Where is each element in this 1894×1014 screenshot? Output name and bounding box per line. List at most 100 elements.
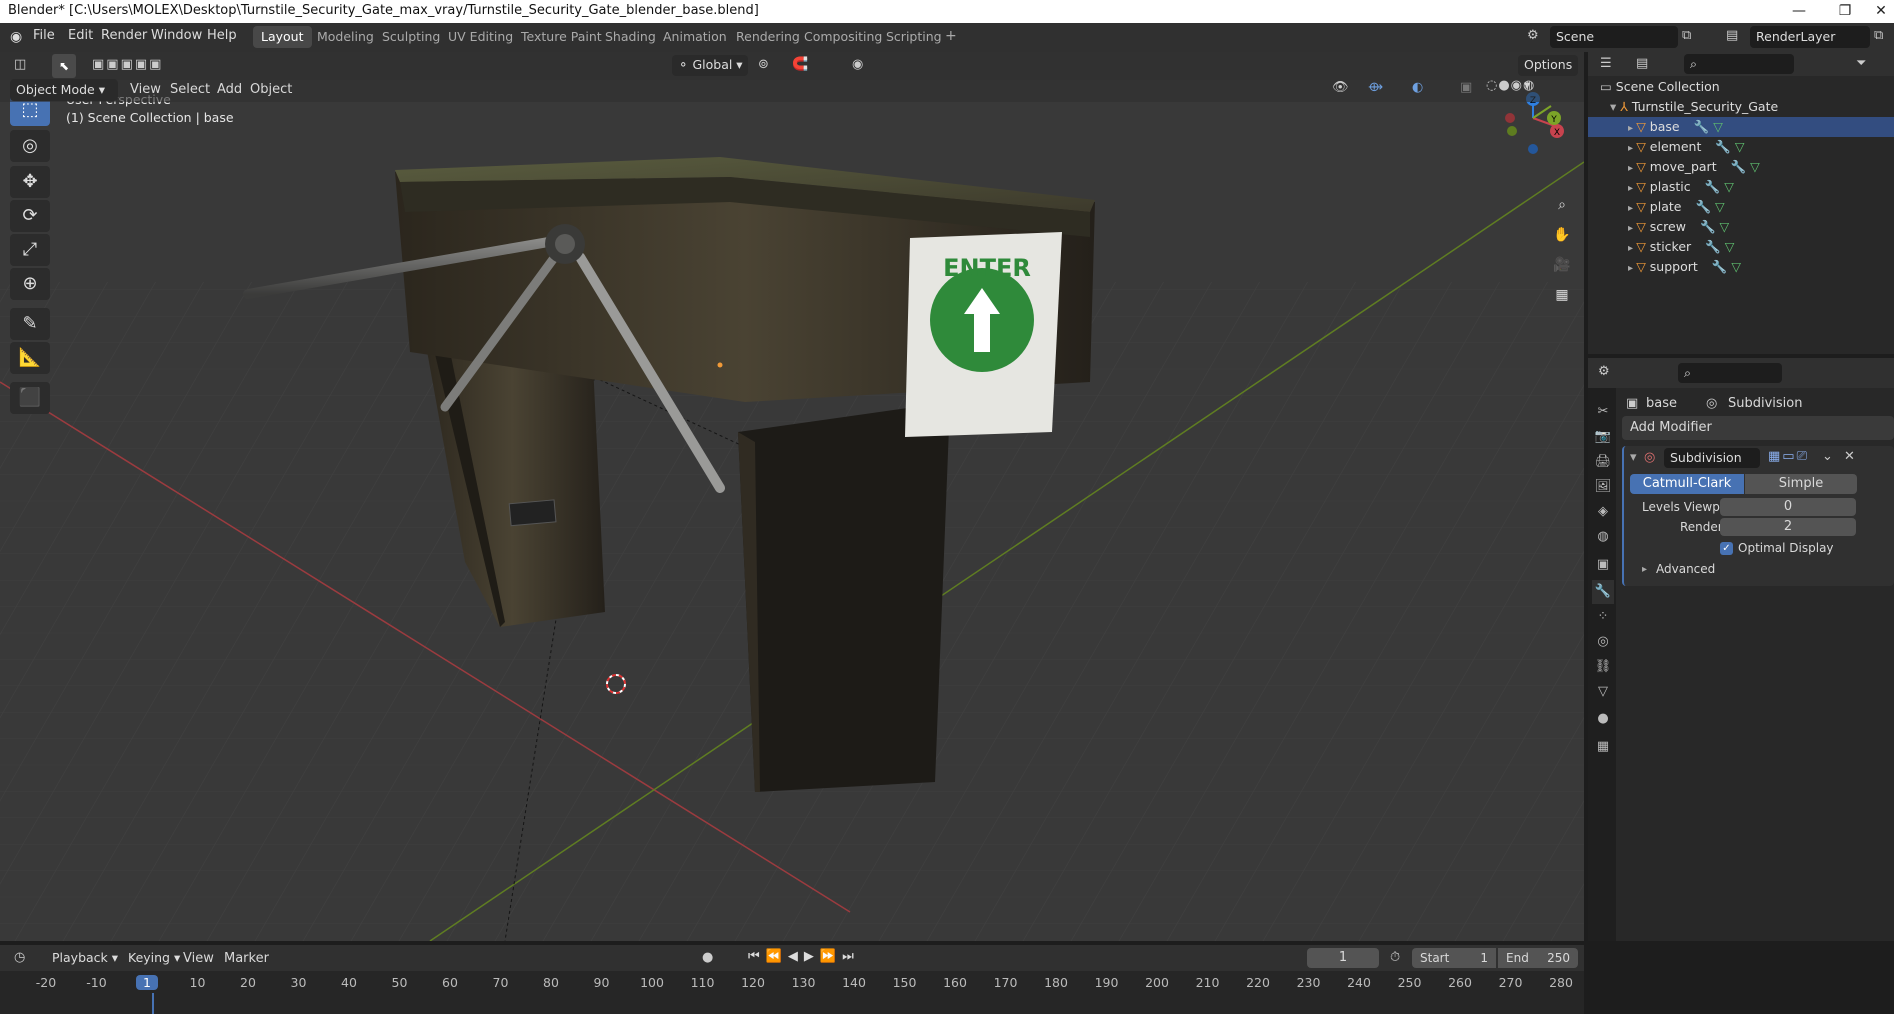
outliner-scene-collection[interactable]: ▭ Scene Collection <box>1588 77 1894 97</box>
move-tool[interactable]: ✥ <box>10 166 50 198</box>
rotate-tool[interactable]: ⟳ <box>10 200 50 232</box>
outliner-item-move-part[interactable]: ▸ ▽ move_part 🔧 ▽ <box>1588 157 1894 177</box>
playback-controls[interactable]: ⏮⏪◀▶⏩⏭ <box>748 949 860 964</box>
proportional-edit-icon[interactable]: ◉ <box>852 57 863 72</box>
copy-scene-icon[interactable]: ⧉ <box>1682 28 1691 43</box>
levels-viewport-field[interactable]: 0 <box>1720 498 1856 516</box>
blender-logo-icon[interactable]: ◉ <box>10 29 22 45</box>
select-cursor-icon[interactable]: ⬉ <box>52 54 76 78</box>
tab-modeling[interactable]: Modeling <box>309 26 382 48</box>
object-tab-icon[interactable]: ▣ <box>1592 553 1614 577</box>
properties-editor-icon[interactable]: ⚙ <box>1598 364 1610 379</box>
simple-option[interactable]: Simple <box>1745 474 1857 494</box>
outliner-collection-row[interactable]: ▾ ⅄ Turnstile_Security_Gate <box>1588 97 1894 117</box>
annotate-tool[interactable]: ✎ <box>10 308 50 340</box>
object-mode-dropdown[interactable]: Object Mode ▾ <box>10 80 118 101</box>
expand-arrow-icon[interactable]: ▸ <box>1628 183 1636 194</box>
3d-viewport[interactable]: ENTER Z X Y User Perspective (1) Scene C… <box>0 52 1584 941</box>
start-frame-field[interactable]: Start 1 <box>1412 948 1496 968</box>
modifier-menu-icon[interactable]: ⌄ <box>1822 449 1833 464</box>
tab-uv-editing[interactable]: UV Editing <box>440 26 521 48</box>
data-tab-icon[interactable]: ▽ <box>1592 680 1614 704</box>
display-mode-icon[interactable]: ▤ <box>1636 56 1648 71</box>
particles-tab-icon[interactable]: ⁘ <box>1592 605 1614 629</box>
outliner-item-plastic[interactable]: ▸ ▽ plastic 🔧 ▽ <box>1588 177 1894 197</box>
close-window-button[interactable]: ✕ <box>1858 0 1894 23</box>
expand-arrow-icon[interactable]: ▾ <box>1610 99 1620 114</box>
transform-orientation-dropdown[interactable]: ⚬ Global ▾ <box>672 55 748 76</box>
overlay-toggle-icon[interactable]: ◐ <box>1412 80 1423 95</box>
scene-icon[interactable]: ⚙ <box>1527 28 1539 43</box>
outliner-item-element[interactable]: ▸ ▽ element 🔧 ▽ <box>1588 137 1894 157</box>
pivot-icon[interactable]: ⊚ <box>758 57 769 72</box>
selection-mode-icons[interactable]: ▣▣▣▣▣ <box>92 57 163 72</box>
expand-arrow-icon[interactable]: ▸ <box>1628 263 1636 274</box>
tool-tab-icon[interactable]: ✂ <box>1592 400 1614 424</box>
properties-search-input[interactable]: ⌕ <box>1678 363 1782 383</box>
menu-window[interactable]: Window <box>151 28 202 43</box>
menu-help[interactable]: Help <box>207 28 237 43</box>
tab-scripting[interactable]: Scripting <box>878 26 950 48</box>
tab-layout[interactable]: Layout <box>253 26 312 48</box>
tab-shading[interactable]: Shading <box>597 26 664 48</box>
advanced-section[interactable]: Advanced <box>1656 562 1715 576</box>
filter-icon[interactable]: ⏷ <box>1856 56 1866 71</box>
transform-tool[interactable]: ⊕ <box>10 268 50 300</box>
texture-tab-icon[interactable]: ▦ <box>1592 735 1614 759</box>
playback-menu[interactable]: Playback ▾ <box>46 948 124 968</box>
timeline-view-menu[interactable]: View <box>183 951 214 966</box>
timeline-editor-icon[interactable]: ◷ <box>14 950 25 965</box>
view-layer-tab-icon[interactable]: 🖼 <box>1592 475 1614 499</box>
material-tab-icon[interactable]: ● <box>1592 707 1614 731</box>
modifier-display-toggles[interactable]: ▦▭⎚ <box>1768 449 1809 464</box>
expand-arrow-icon[interactable]: ▸ <box>1628 163 1636 174</box>
tab-compositing[interactable]: Compositing <box>796 26 890 48</box>
gizmo-toggle-icon[interactable]: ⟴ <box>1368 80 1383 95</box>
outliner-editor-icon[interactable]: ☰ <box>1600 56 1612 71</box>
advanced-expand-icon[interactable]: ▸ <box>1642 564 1647 575</box>
menu-add[interactable]: Add <box>217 82 242 97</box>
expand-arrow-icon[interactable]: ▸ <box>1628 223 1636 234</box>
menu-select[interactable]: Select <box>170 82 210 97</box>
modifier-tab-icon[interactable]: 🔧 <box>1592 580 1614 604</box>
stopwatch-icon[interactable]: ⏱ <box>1390 950 1400 965</box>
render-tab-icon[interactable]: 📷 <box>1592 425 1614 449</box>
scene-field[interactable]: Scene <box>1550 26 1678 48</box>
outliner-item-plate[interactable]: ▸ ▽ plate 🔧 ▽ <box>1588 197 1894 217</box>
marker-menu[interactable]: Marker <box>224 951 269 966</box>
record-icon[interactable]: ● <box>702 950 713 965</box>
optimal-display-checkbox[interactable]: ✓ <box>1720 542 1733 555</box>
menu-render[interactable]: Render <box>101 28 147 43</box>
menu-view[interactable]: View <box>130 82 161 97</box>
tab-sculpting[interactable]: Sculpting <box>374 26 448 48</box>
physics-tab-icon[interactable]: ◎ <box>1592 630 1614 654</box>
shading-mode-icons[interactable]: ◌●◉◍ <box>1486 78 1535 93</box>
catmull-clark-option[interactable]: Catmull-Clark <box>1630 474 1744 494</box>
collapse-arrow-icon[interactable]: ▾ <box>1630 450 1637 465</box>
scene-tab-icon[interactable]: ◈ <box>1592 500 1614 524</box>
modifier-close-icon[interactable]: ✕ <box>1844 449 1855 464</box>
constraints-tab-icon[interactable]: ⛓ <box>1592 655 1614 679</box>
render-layer-icon[interactable]: ▤ <box>1726 28 1738 43</box>
expand-arrow-icon[interactable]: ▸ <box>1628 203 1636 214</box>
render-layer-field[interactable]: RenderLayer <box>1750 26 1870 48</box>
expand-arrow-icon[interactable]: ▸ <box>1628 243 1636 254</box>
editor-type-icon[interactable]: ◫ <box>14 57 26 72</box>
camera-icon[interactable]: 🎥 <box>1549 252 1575 278</box>
cursor-tool[interactable]: ◎ <box>10 130 50 162</box>
outliner-item-support[interactable]: ▸ ▽ support 🔧 ▽ <box>1588 257 1894 277</box>
outliner-item-screw[interactable]: ▸ ▽ screw 🔧 ▽ <box>1588 217 1894 237</box>
outliner-item-base[interactable]: ▸ ▽ base 🔧 ▽ <box>1588 117 1894 137</box>
tab-texture-paint[interactable]: Texture Paint <box>513 26 610 48</box>
menu-edit[interactable]: Edit <box>68 28 93 43</box>
copy-layer-icon[interactable]: ⧉ <box>1874 28 1883 43</box>
add-workspace-button[interactable]: + <box>945 28 957 44</box>
tab-animation[interactable]: Animation <box>655 26 735 48</box>
scale-tool[interactable]: ⤢ <box>10 234 50 266</box>
outliner-search-input[interactable]: ⌕ <box>1684 54 1794 74</box>
expand-arrow-icon[interactable]: ▸ <box>1628 123 1636 134</box>
snap-icon[interactable]: 🧲 <box>792 57 808 72</box>
world-tab-icon[interactable]: ◍ <box>1592 525 1614 549</box>
zoom-icon[interactable]: ⌕ <box>1549 192 1575 218</box>
menu-file[interactable]: File <box>33 28 55 43</box>
